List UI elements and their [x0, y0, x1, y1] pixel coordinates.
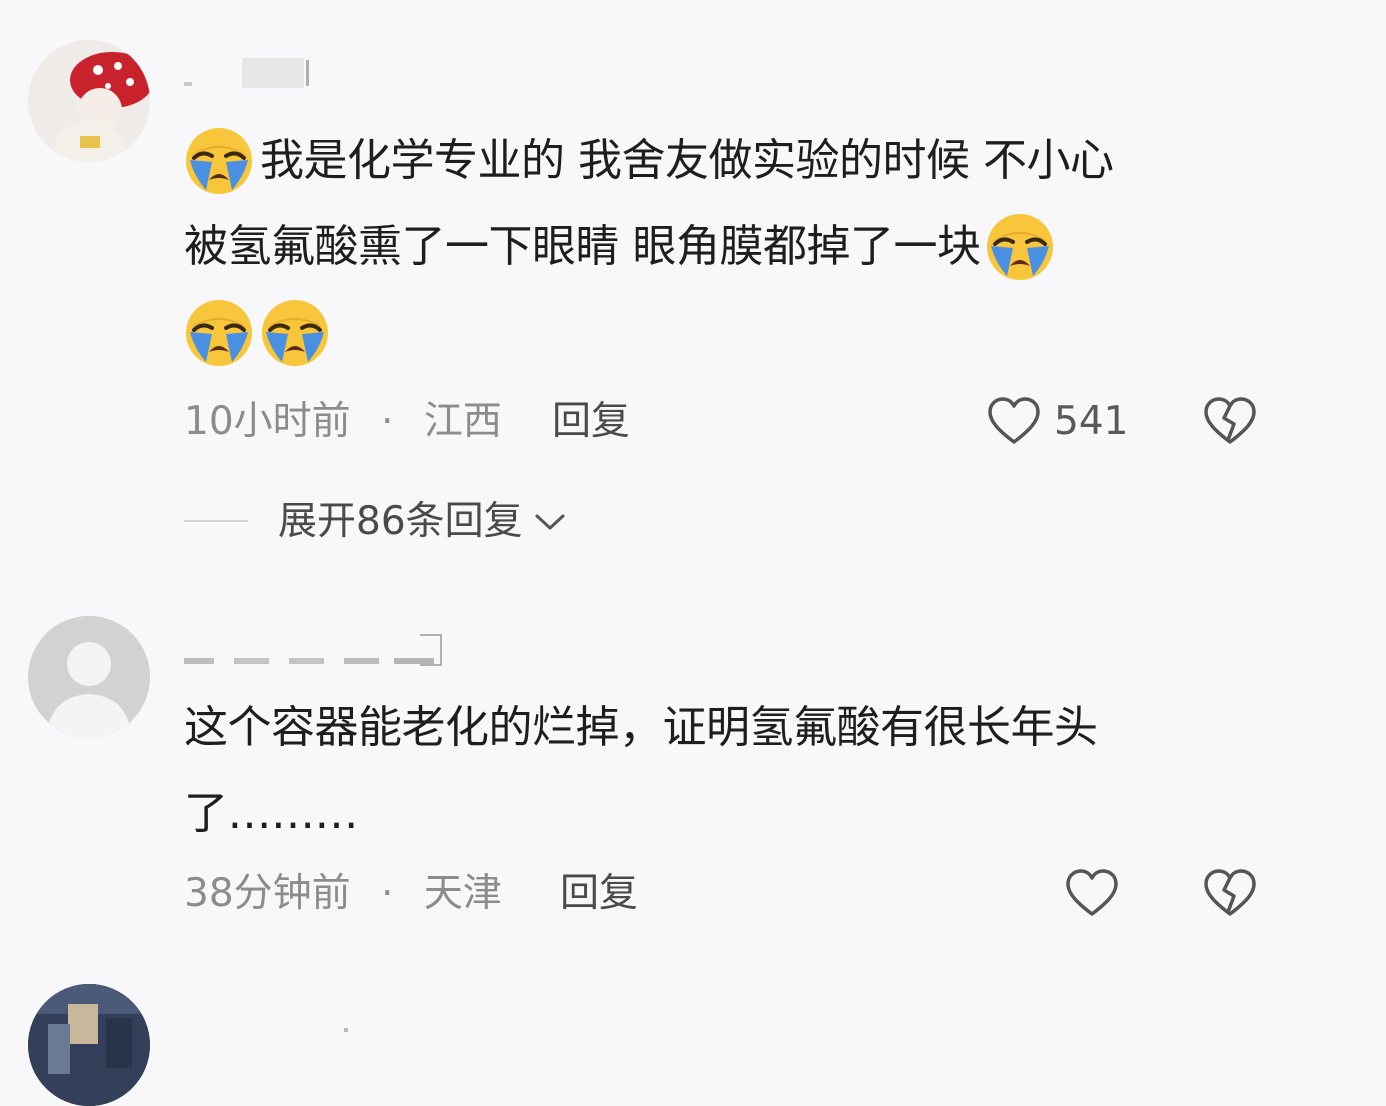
- username-redacted[interactable]: [184, 1020, 348, 1050]
- broken-heart-icon[interactable]: [1202, 394, 1258, 450]
- comment-location: 江西: [423, 399, 502, 444]
- comment-text-line-1: 这个容器能老化的烂掉，证明氢氟酸有很长年头: [184, 702, 1098, 753]
- comment-time: 10小时前: [184, 399, 351, 444]
- username-redacted[interactable]: [184, 634, 444, 666]
- loudly-crying-face-emoji: [184, 298, 254, 368]
- comment-location: 天津: [423, 871, 502, 916]
- heart-outline-icon[interactable]: [1064, 866, 1120, 922]
- username-redacted[interactable]: [184, 56, 314, 88]
- loudly-crying-face-emoji: [260, 298, 330, 368]
- expand-replies-label: 展开86条回复: [278, 499, 523, 544]
- avatar[interactable]: [28, 616, 150, 738]
- reply-button[interactable]: 回复: [560, 870, 638, 918]
- broken-heart-icon[interactable]: [1202, 866, 1258, 922]
- meta-separator: ·: [381, 399, 394, 444]
- comment-time: 38分钟前: [184, 871, 351, 916]
- avatar[interactable]: [28, 984, 150, 1106]
- like-count: 541: [1054, 399, 1129, 444]
- expand-divider: [184, 520, 248, 522]
- loudly-crying-face-emoji: [985, 212, 1055, 282]
- avatar[interactable]: [28, 40, 150, 162]
- comment-text-line-2: 被氢氟酸熏了一下眼睛 眼角膜都掉了一块: [184, 212, 1055, 282]
- heart-outline-icon[interactable]: [986, 394, 1042, 450]
- comment-text-line-1: 我是化学专业的 我舍友做实验的时候 不小心: [184, 126, 1114, 196]
- comment-emoji-row: [184, 298, 330, 368]
- reply-button[interactable]: 回复: [552, 398, 630, 446]
- chevron-down-icon: [535, 514, 565, 530]
- comment-text-line-2: 了………: [184, 788, 359, 839]
- loudly-crying-face-emoji: [184, 126, 254, 196]
- comment-meta: 10小时前 · 江西: [184, 398, 502, 446]
- expand-replies-button[interactable]: 展开86条回复: [278, 498, 567, 546]
- comment-meta: 38分钟前 · 天津: [184, 870, 502, 918]
- meta-separator: ·: [381, 871, 394, 916]
